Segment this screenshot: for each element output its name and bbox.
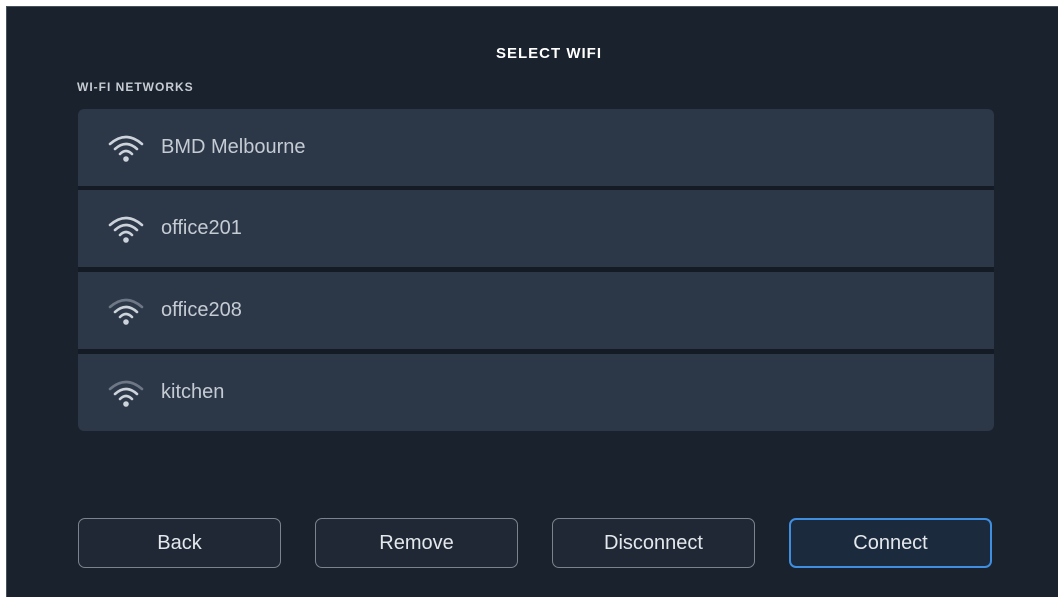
network-item-office208[interactable]: office208 — [78, 272, 994, 349]
back-button[interactable]: Back — [78, 518, 281, 568]
connect-button[interactable]: Connect — [789, 518, 992, 568]
disconnect-button[interactable]: Disconnect — [552, 518, 755, 568]
wifi-icon — [108, 298, 144, 325]
network-item-office201[interactable]: office201 — [78, 190, 994, 267]
network-name: office208 — [161, 299, 242, 321]
wifi-icon — [108, 380, 144, 407]
wifi-icon — [108, 216, 144, 243]
network-name: BMD Melbourne — [161, 136, 306, 158]
wifi-icon — [108, 135, 144, 162]
network-name: kitchen — [161, 381, 225, 403]
section-label: WI-FI NETWORKS — [77, 80, 194, 94]
network-list: BMD Melbourne office201 office208 kitche… — [78, 109, 994, 431]
network-item-bmd-melbourne[interactable]: BMD Melbourne — [78, 109, 994, 186]
remove-button[interactable]: Remove — [315, 518, 518, 568]
wifi-settings-screen: SELECT WIFI WI-FI NETWORKS BMD Melbourne… — [6, 6, 1058, 597]
network-item-kitchen[interactable]: kitchen — [78, 354, 994, 431]
page-title: SELECT WIFI — [496, 45, 602, 62]
network-name: office201 — [161, 217, 242, 239]
